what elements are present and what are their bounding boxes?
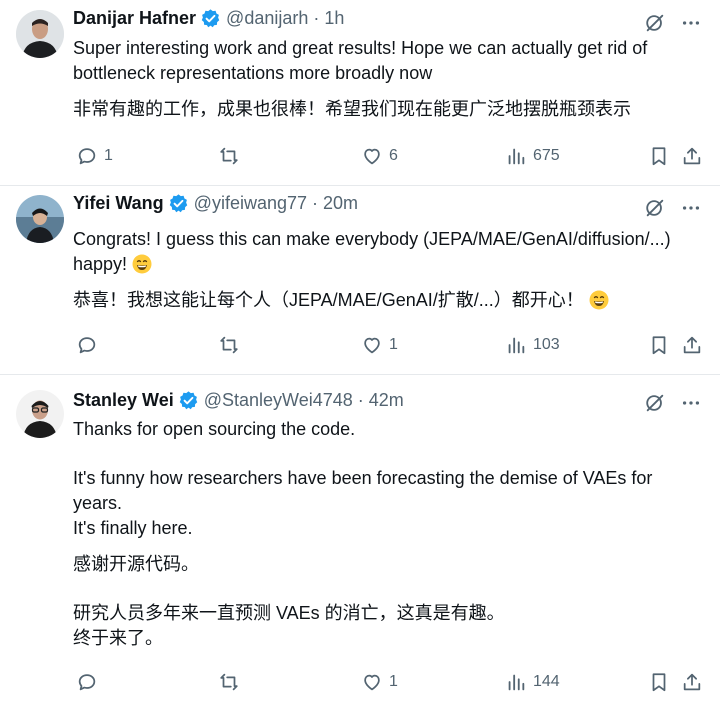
- text-line: Thanks for open sourcing the code.: [73, 419, 356, 439]
- share-icon: [683, 336, 701, 354]
- tweet-header: Danijar Hafner @danijarh · 1h: [73, 8, 344, 29]
- verified-badge-icon: [169, 194, 187, 213]
- tweet-actions: 1 144: [73, 671, 705, 697]
- like-button[interactable]: 1: [361, 671, 398, 693]
- author-name[interactable]: Yifei Wang: [73, 193, 164, 214]
- text-line: years.: [73, 493, 123, 513]
- text-line: It's finally here.: [73, 518, 193, 538]
- tweet-top-actions: [644, 197, 702, 219]
- bookmark-button[interactable]: [648, 145, 670, 167]
- share-button[interactable]: [681, 334, 703, 356]
- text-line-chinese: 恭喜！我想这能让每个人（JEPA/MAE/GenAI/扩散/...）都开心！: [73, 290, 584, 310]
- tweet-stanley[interactable]: Stanley Wei @StanleyWei4748 · 42m Thanks…: [0, 374, 720, 704]
- tweet-top-actions: [644, 12, 702, 34]
- reply-count: 1: [104, 147, 113, 164]
- share-button[interactable]: [681, 671, 703, 693]
- share-button[interactable]: [681, 145, 703, 167]
- timestamp[interactable]: 42m: [369, 390, 404, 411]
- tweet-text: Thanks for open sourcing the code. It's …: [73, 417, 703, 651]
- tweet-text: Congrats! I guess this can make everybod…: [73, 227, 703, 313]
- views-button[interactable]: 144: [505, 671, 560, 693]
- more-options-icon[interactable]: [680, 197, 702, 219]
- repost-icon: [220, 336, 238, 354]
- text-line: Congrats! I guess this can make everybod…: [73, 229, 671, 249]
- tweet-actions: 1 6 675: [73, 145, 705, 171]
- like-button[interactable]: 6: [361, 145, 398, 167]
- grok-icon[interactable]: [644, 12, 666, 34]
- views-icon: [508, 148, 525, 165]
- avatar[interactable]: [16, 195, 64, 243]
- bookmark-icon: [652, 336, 666, 355]
- separator-dot: ·: [312, 193, 319, 213]
- grinning-face-emoji-icon: [589, 290, 609, 310]
- avatar[interactable]: [16, 390, 64, 438]
- view-count: 103: [533, 336, 560, 353]
- view-count: 144: [533, 673, 560, 690]
- views-icon: [508, 337, 525, 354]
- author-handle[interactable]: @danijarh: [226, 8, 308, 29]
- repost-icon: [220, 147, 238, 165]
- heart-icon: [364, 337, 380, 354]
- tweet-top-actions: [644, 392, 702, 414]
- author-name[interactable]: Danijar Hafner: [73, 8, 196, 29]
- text-line-with-emoji: 恭喜！我想这能让每个人（JEPA/MAE/GenAI/扩散/...）都开心！: [73, 288, 703, 313]
- repost-button[interactable]: [218, 671, 240, 693]
- tweet-actions: 1 103: [73, 334, 705, 360]
- text-line: bottleneck representations more broadly …: [73, 63, 433, 83]
- view-count: 675: [533, 147, 560, 164]
- like-count: 6: [389, 147, 398, 164]
- reply-icon: [78, 148, 96, 165]
- grok-icon[interactable]: [644, 392, 666, 414]
- repost-icon: [220, 673, 238, 691]
- tweet-yifei[interactable]: Yifei Wang @yifeiwang77 · 20m Congrats! …: [0, 185, 720, 375]
- tweet-text: Super interesting work and great results…: [73, 36, 703, 122]
- text-line: It's funny how researchers have been for…: [73, 468, 653, 488]
- text-line-with-emoji: happy!: [73, 252, 703, 277]
- bookmark-icon: [652, 673, 666, 692]
- views-icon: [508, 674, 525, 691]
- more-options-icon[interactable]: [680, 12, 702, 34]
- author-name[interactable]: Stanley Wei: [73, 390, 174, 411]
- text-line: Super interesting work and great results…: [73, 38, 648, 58]
- text-line: happy!: [73, 254, 128, 274]
- grok-icon[interactable]: [644, 197, 666, 219]
- reply-button[interactable]: [76, 334, 104, 356]
- author-handle[interactable]: @yifeiwang77: [194, 193, 307, 214]
- reply-button[interactable]: 1: [76, 145, 113, 167]
- reply-icon: [78, 337, 96, 354]
- grinning-face-emoji-icon: [132, 254, 152, 274]
- tweet-danijar[interactable]: Danijar Hafner @danijarh · 1h Super inte…: [0, 0, 720, 186]
- timestamp[interactable]: 1h: [324, 8, 344, 29]
- bookmark-button[interactable]: [648, 671, 670, 693]
- text-line-chinese: 研究人员多年来一直预测 VAEs 的消亡，这真是有趣。: [73, 603, 505, 623]
- share-icon: [683, 147, 701, 165]
- text-line-chinese: 终于来了。: [73, 628, 163, 648]
- like-count: 1: [389, 336, 398, 353]
- text-line-chinese: 感谢开源代码。: [73, 554, 199, 574]
- repost-button[interactable]: [218, 145, 240, 167]
- author-handle[interactable]: @StanleyWei4748: [204, 390, 353, 411]
- heart-icon: [364, 148, 380, 165]
- verified-badge-icon: [201, 9, 220, 28]
- avatar[interactable]: [16, 10, 64, 58]
- share-icon: [683, 673, 701, 691]
- views-button[interactable]: 103: [505, 334, 560, 356]
- verified-badge-icon: [179, 391, 197, 410]
- more-options-icon[interactable]: [680, 392, 702, 414]
- tweet-header: Stanley Wei @StanleyWei4748 · 42m: [73, 390, 404, 411]
- timestamp[interactable]: 20m: [323, 193, 358, 214]
- separator-dot: ·: [357, 390, 364, 410]
- repost-button[interactable]: [218, 334, 240, 356]
- bookmark-button[interactable]: [648, 334, 670, 356]
- like-button[interactable]: 1: [361, 334, 398, 356]
- bookmark-icon: [652, 147, 666, 166]
- reply-icon: [78, 674, 96, 691]
- text-line-chinese: 非常有趣的工作，成果也很棒！希望我们现在能更广泛地摆脱瓶颈表示: [73, 99, 631, 119]
- reply-button[interactable]: [76, 671, 104, 693]
- heart-icon: [364, 674, 380, 691]
- views-button[interactable]: 675: [505, 145, 560, 167]
- separator-dot: ·: [313, 8, 320, 28]
- like-count: 1: [389, 673, 398, 690]
- tweet-header: Yifei Wang @yifeiwang77 · 20m: [73, 193, 358, 214]
